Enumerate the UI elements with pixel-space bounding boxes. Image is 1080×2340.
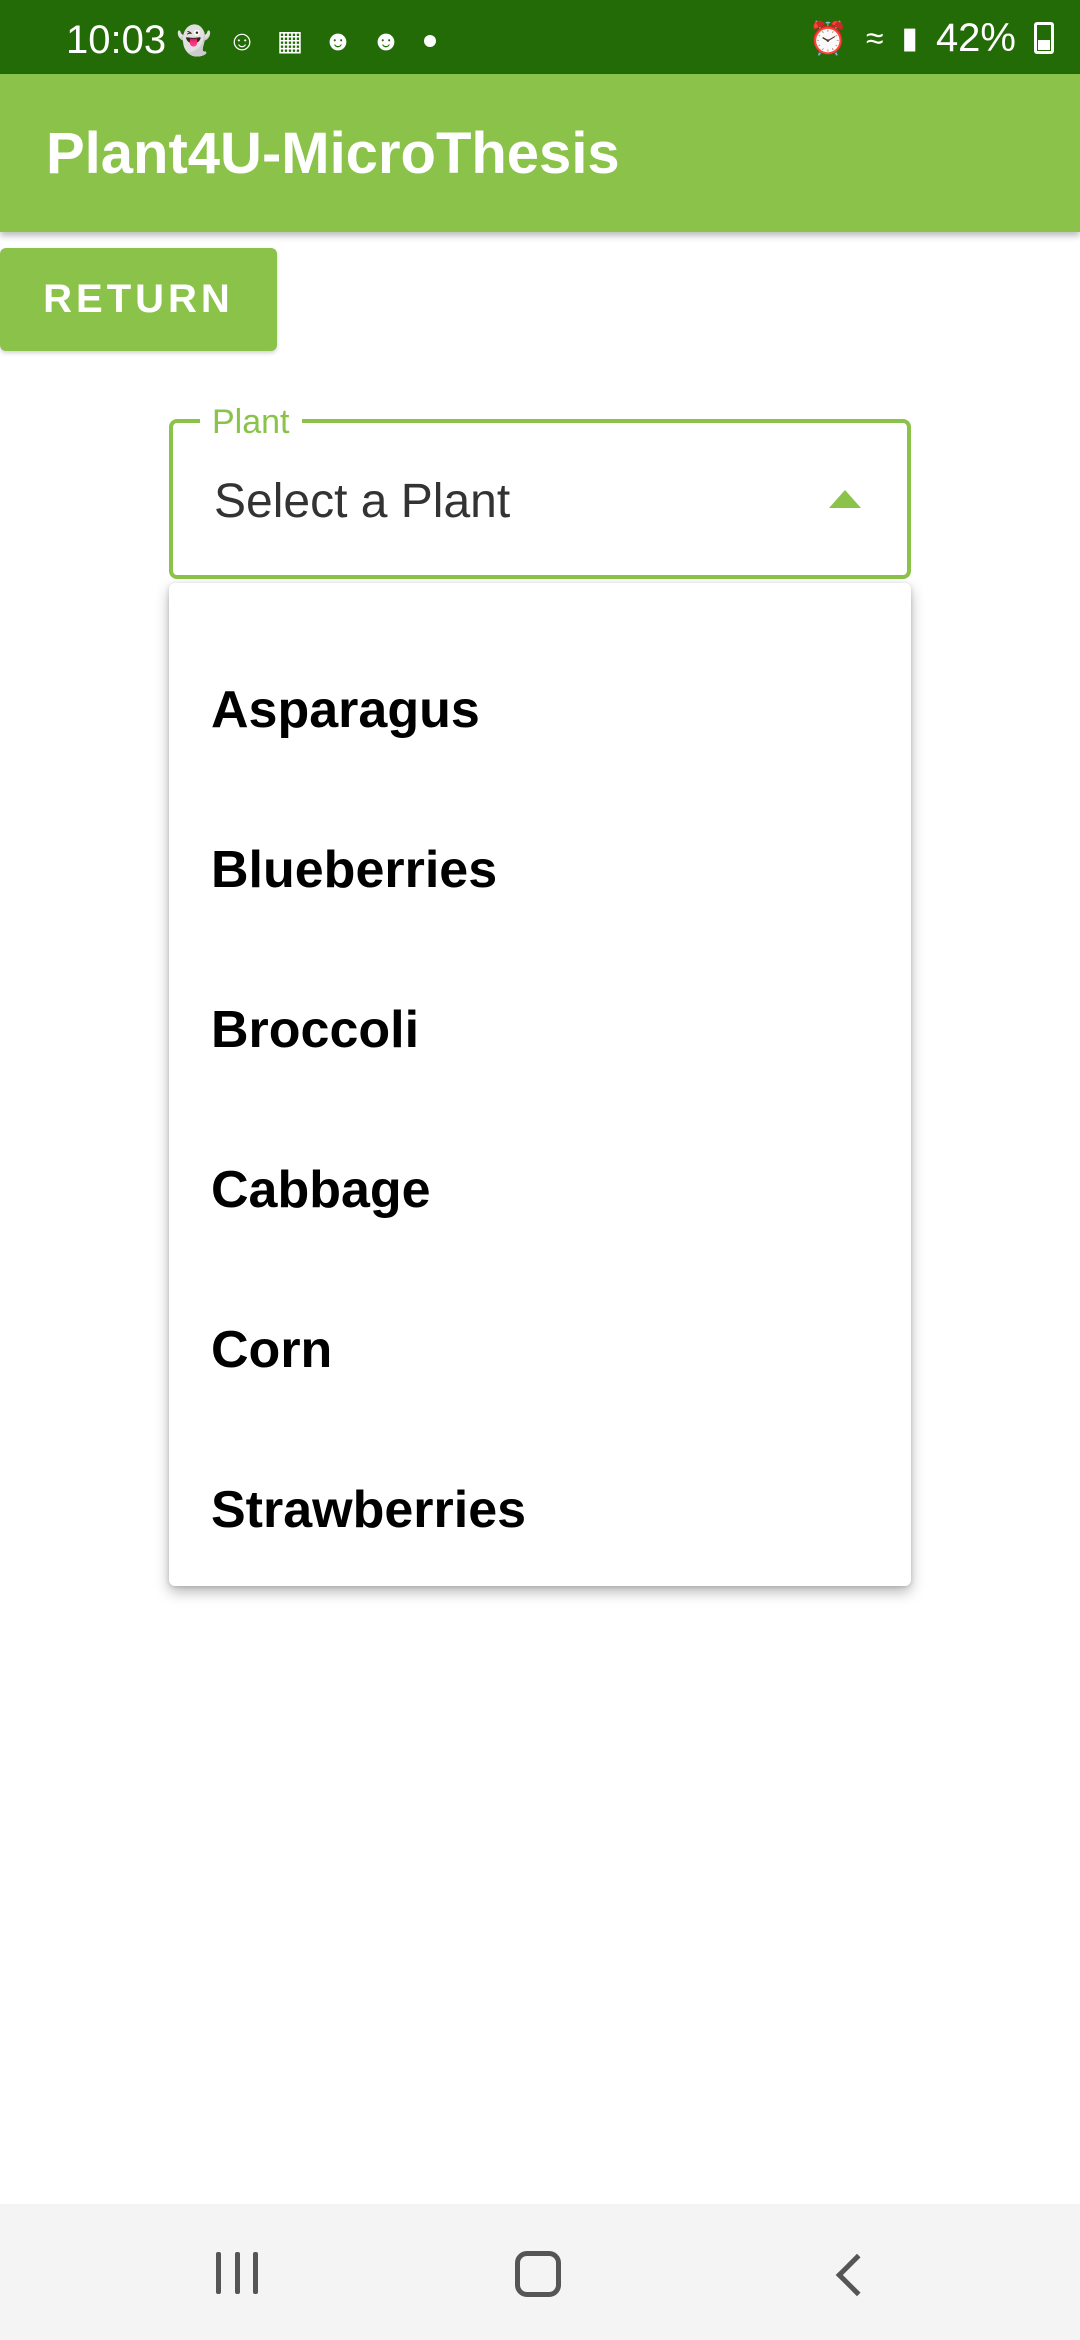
navigation-bar (0, 2204, 1080, 2340)
notification-icons: 👻 ☺ ▦ ☻ ☻ (176, 26, 436, 56)
plant-select-value[interactable]: Select a Plant (214, 472, 510, 532)
back-icon[interactable] (835, 2253, 879, 2297)
system-icons: ⏰ ≈ ▮ 42% (808, 18, 1054, 58)
signal-icon: ▮ (901, 21, 918, 55)
plant-select-label: Plant (200, 400, 302, 444)
reddit-icon: ☻ (323, 25, 353, 56)
reddit-icon: ☺ (227, 25, 257, 56)
home-icon[interactable] (515, 2251, 561, 2297)
menu-item-asparagus[interactable]: Asparagus (169, 630, 911, 790)
app-bar: Plant4U-MicroThesis (0, 74, 1080, 232)
alarm-icon: ⏰ (808, 20, 848, 56)
menu-item-blueberries[interactable]: Blueberries (169, 790, 911, 950)
battery-icon (1034, 22, 1054, 54)
wifi-icon: ≈ (865, 19, 884, 56)
status-time: 10:03 (66, 18, 167, 62)
battery-percent: 42% (935, 16, 1016, 60)
recents-icon[interactable] (216, 2252, 258, 2294)
menu-item-broccoli[interactable]: Broccoli (169, 950, 911, 1110)
status-bar: 10:03 👻 ☺ ▦ ☻ ☻ ⏰ ≈ ▮ 42% (0, 0, 1080, 74)
menu-item-strawberries[interactable]: Strawberries (169, 1430, 911, 1590)
plant-dropdown-menu: Asparagus Blueberries Broccoli Cabbage C… (169, 583, 911, 1586)
reddit-icon: ☻ (371, 25, 401, 56)
snapchat-icon: 👻 (176, 25, 212, 56)
webtoon-icon: ▦ (276, 25, 304, 56)
menu-item-cabbage[interactable]: Cabbage (169, 1110, 911, 1270)
arrow-up-icon[interactable] (829, 490, 861, 508)
menu-item-corn[interactable]: Corn (169, 1270, 911, 1430)
return-button[interactable]: RETURN (0, 248, 277, 351)
app-title: Plant4U-MicroThesis (46, 121, 620, 186)
dot-icon (424, 35, 436, 47)
